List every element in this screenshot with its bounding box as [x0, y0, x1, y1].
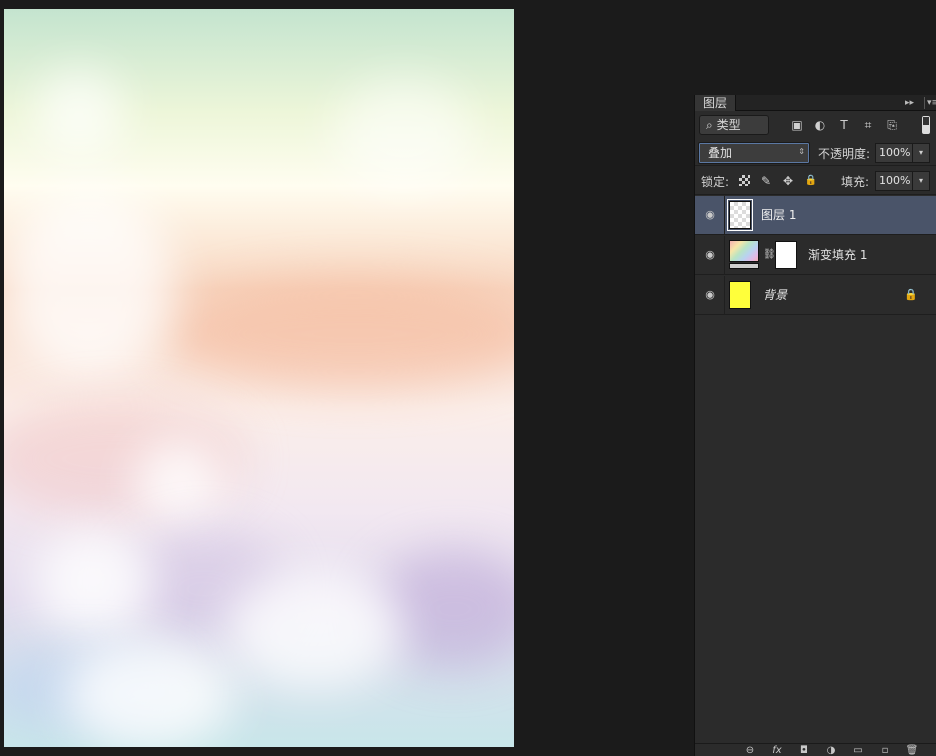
lock-row: 锁定: ✎ ✥ 🔒 填充: 100% ▾ — [695, 167, 936, 195]
layer-name[interactable]: 图层 1 — [761, 208, 796, 222]
blend-mode-value: 叠加 — [708, 146, 733, 160]
tab-layers[interactable]: 图层 — [695, 95, 737, 111]
visibility-eye-icon[interactable]: ◉ — [703, 249, 717, 261]
opacity-dropdown-icon[interactable]: ▾ — [912, 143, 930, 163]
layer-thumbnail[interactable] — [729, 281, 751, 309]
canvas-light-spot — [64, 639, 234, 747]
lock-image-pixels-icon[interactable]: ✎ — [759, 174, 773, 188]
layer-divider — [724, 276, 725, 315]
new-adjustment-layer-icon[interactable]: ◑ — [824, 745, 838, 756]
layer-row-layer-1[interactable]: ◉ 图层 1 — [695, 196, 936, 235]
opacity-input[interactable]: 100% — [875, 143, 913, 163]
lock-all-icon[interactable]: 🔒 — [804, 174, 818, 188]
panel-menu-icon[interactable]: ▾≡ — [924, 97, 936, 109]
lock-transparent-pixels-icon[interactable] — [739, 175, 750, 186]
layer-row-background[interactable]: ◉ 背景 🔒 — [695, 276, 936, 315]
visibility-eye-icon[interactable]: ◉ — [703, 289, 717, 301]
link-chain-icon[interactable]: ⛓ — [763, 248, 776, 262]
layer-style-icon[interactable]: fx — [770, 745, 784, 756]
layer-lock-icon: 🔒 — [904, 288, 918, 301]
canvas-light-spot — [134, 439, 224, 529]
layer-mask-thumbnail[interactable] — [775, 241, 797, 269]
fill-label: 填充: — [841, 175, 870, 189]
lock-position-icon[interactable]: ✥ — [781, 174, 795, 188]
adjustment-layer-indicator — [729, 263, 759, 269]
canvas-light-spot — [224, 569, 404, 689]
fill-input[interactable]: 100% — [875, 171, 913, 191]
filter-kind-label: 类型 — [716, 118, 741, 132]
layer-row-gradient-fill[interactable]: ◉ ⛓ 渐变填充 1 — [695, 236, 936, 275]
canvas-light-spot — [34, 529, 154, 639]
adjustment-filter-icon[interactable]: ◐ — [812, 117, 828, 133]
layer-name[interactable]: 背景 — [763, 288, 787, 302]
photoshop-workspace: 图层 ▸▸ ▾≡ ⌕ 类型 ▣ ◐ T ⌗ ⎘ 叠加 ⇕ 不透明度: 100% … — [0, 0, 936, 756]
canvas-light-spot — [34, 69, 124, 159]
link-layers-icon[interactable]: ⊖ — [743, 745, 757, 756]
panel-tab-bar: 图层 ▸▸ ▾≡ — [695, 95, 936, 111]
layer-name[interactable]: 渐变填充 1 — [808, 248, 867, 262]
type-filter-icon[interactable]: T — [836, 117, 852, 133]
canvas-light-spot — [4, 189, 174, 379]
lock-label: 锁定: — [701, 175, 730, 189]
opacity-label: 不透明度: — [818, 147, 871, 161]
new-layer-icon[interactable]: ▫ — [878, 745, 892, 756]
canvas-peach-band — [164, 279, 514, 389]
filter-toggle-switch[interactable] — [922, 116, 930, 134]
blend-mode-select[interactable]: 叠加 ⇕ — [698, 142, 810, 164]
layer-filter-row: ⌕ 类型 ▣ ◐ T ⌗ ⎘ — [695, 112, 936, 140]
filter-kind-select[interactable]: ⌕ 类型 — [699, 115, 769, 135]
panel-footer: ⊖ fx ◘ ◑ ▭ ▫ 🗑 — [695, 743, 936, 756]
layers-panel: 图层 ▸▸ ▾≡ ⌕ 类型 ▣ ◐ T ⌗ ⎘ 叠加 ⇕ 不透明度: 100% … — [694, 95, 936, 756]
layer-divider — [724, 236, 725, 275]
canvas-light-spot — [334, 79, 474, 189]
new-group-icon[interactable]: ▭ — [851, 745, 865, 756]
blend-row: 叠加 ⇕ 不透明度: 100% ▾ — [695, 140, 936, 166]
add-mask-icon[interactable]: ◘ — [797, 745, 811, 756]
image-filter-icon[interactable]: ▣ — [789, 117, 805, 133]
gradient-fill-thumbnail[interactable] — [729, 240, 759, 262]
search-icon: ⌕ — [706, 118, 713, 132]
visibility-eye-icon[interactable]: ◉ — [703, 209, 717, 221]
layer-divider — [724, 196, 725, 235]
select-spinner-icon: ⇕ — [798, 147, 805, 156]
layer-thumbnail[interactable] — [727, 199, 753, 231]
delete-layer-icon[interactable]: 🗑 — [905, 745, 919, 756]
fill-dropdown-icon[interactable]: ▾ — [912, 171, 930, 191]
document-canvas[interactable] — [4, 9, 514, 747]
shape-filter-icon[interactable]: ⌗ — [860, 117, 876, 133]
smart-object-filter-icon[interactable]: ⎘ — [884, 117, 900, 133]
collapse-panel-icon[interactable]: ▸▸ — [905, 97, 919, 109]
